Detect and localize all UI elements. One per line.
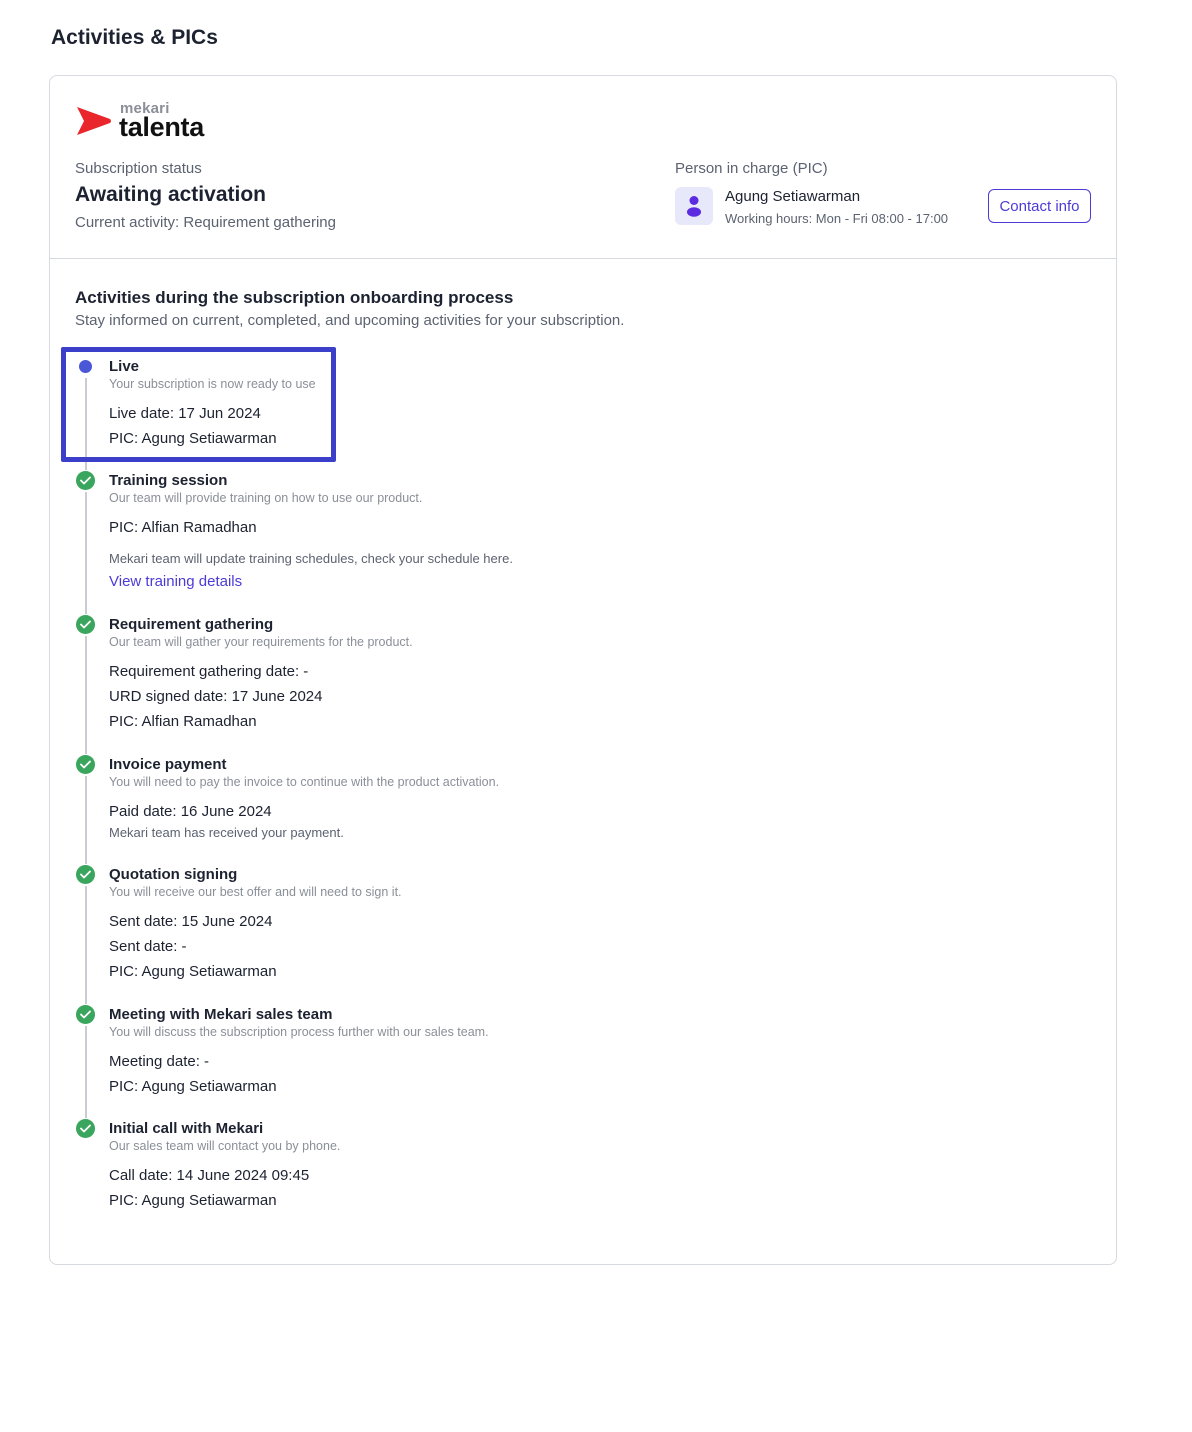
current-activity-text: Current activity: Requirement gathering [75, 214, 336, 231]
activities-section-description: Stay informed on current, completed, and… [75, 312, 625, 329]
timeline-item-title: Quotation signing [109, 866, 238, 883]
subscription-status-value: Awaiting activation [75, 183, 266, 206]
timeline-item-detail: Sent date: 15 June 2024 [109, 913, 273, 930]
timeline-item-subtitle: You will receive our best offer and will… [109, 885, 402, 899]
pic-name: Agung Setiawarman [725, 188, 861, 205]
timeline-item-subtitle: You will discuss the subscription proces… [109, 1025, 489, 1039]
timeline-connector [85, 636, 87, 754]
logo-product-text: talenta [119, 112, 204, 142]
check-circle-icon [76, 755, 95, 774]
timeline-item-detail: URD signed date: 17 June 2024 [109, 688, 323, 705]
check-circle-icon [76, 1119, 95, 1138]
check-circle-icon [76, 471, 95, 490]
timeline-item-detail: Requirement gathering date: - [109, 663, 309, 680]
mekari-talenta-logo: mekari talenta [76, 100, 226, 142]
check-circle-icon [76, 615, 95, 634]
timeline-connector [85, 1026, 87, 1118]
activities-section-title: Activities during the subscription onboa… [75, 288, 514, 307]
timeline-item-title: Initial call with Mekari [109, 1120, 264, 1137]
contact-info-button[interactable]: Contact info [988, 189, 1091, 223]
timeline-item-detail: PIC: Agung Setiawarman [109, 1192, 277, 1209]
subscription-card: mekari talenta Subscription status Await… [49, 75, 1117, 1265]
pic-working-hours: Working hours: Mon - Fri 08:00 - 17:00 [725, 211, 949, 226]
timeline-item-title: Invoice payment [109, 756, 227, 773]
view-training-details-link[interactable]: View training details [109, 573, 242, 590]
timeline-item-title: Requirement gathering [109, 616, 274, 633]
timeline-item-subtitle: Our team will provide training on how to… [109, 491, 423, 505]
subscription-status-label: Subscription status [75, 160, 202, 177]
mekari-logo-icon [77, 107, 111, 135]
timeline-item-title: Training session [109, 472, 228, 489]
check-circle-icon [76, 865, 95, 884]
avatar [675, 187, 713, 225]
timeline-connector [85, 492, 87, 614]
timeline-item-subtitle: Our team will gather your requirements f… [109, 635, 413, 649]
highlight-annotation-box [61, 347, 336, 462]
timeline-item-detail: PIC: Alfian Ramadhan [109, 519, 257, 536]
timeline-item-detail: PIC: Agung Setiawarman [109, 963, 277, 980]
user-icon [687, 196, 701, 217]
timeline-item-subtitle: You will need to pay the invoice to cont… [109, 775, 500, 789]
pic-label: Person in charge (PIC) [675, 160, 828, 177]
timeline-item-title: Meeting with Mekari sales team [109, 1006, 333, 1023]
timeline-item-detail: Sent date: - [109, 938, 187, 955]
page-title: Activities & PICs [51, 26, 218, 49]
timeline-item-detail: PIC: Agung Setiawarman [109, 1078, 277, 1095]
timeline-item-detail: Paid date: 16 June 2024 [109, 803, 272, 820]
timeline-item-detail: Meeting date: - [109, 1053, 210, 1070]
timeline-item-note: Mekari team will update training schedul… [109, 551, 513, 566]
check-circle-icon [76, 1005, 95, 1024]
timeline-item-detail: Call date: 14 June 2024 09:45 [109, 1167, 310, 1184]
timeline-connector [85, 776, 87, 864]
timeline-item-detail: PIC: Alfian Ramadhan [109, 713, 257, 730]
timeline-item-subtitle: Our sales team will contact you by phone… [109, 1139, 341, 1153]
timeline-connector [85, 886, 87, 1004]
timeline-item-note: Mekari team has received your payment. [109, 825, 344, 840]
divider [50, 258, 1116, 259]
